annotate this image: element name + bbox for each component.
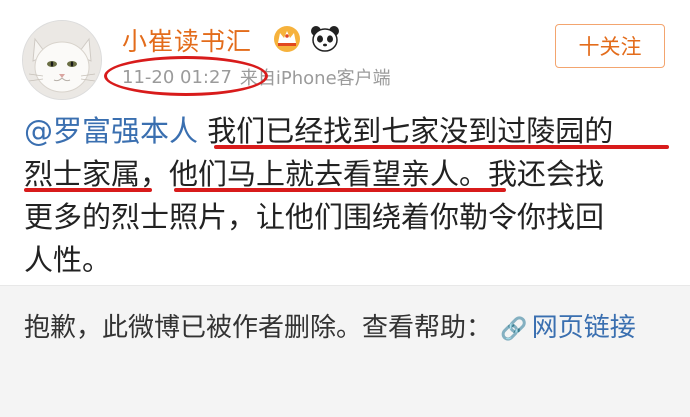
- web-link-label: 网页链接: [531, 313, 636, 343]
- notice-message: 抱歉，此微博已被作者删除。查看帮助：: [24, 313, 493, 343]
- link-icon: 🔗: [500, 317, 528, 342]
- annotation-underline-3: [174, 188, 506, 192]
- avatar[interactable]: [22, 20, 102, 100]
- post-meta: 11-20 01:27 来自iPhone客户端: [122, 64, 391, 90]
- annotation-underline-2: [24, 188, 152, 192]
- cat-avatar-icon: [23, 21, 101, 99]
- post-line-4: 人性。: [24, 243, 112, 277]
- crown-icon: [274, 26, 300, 52]
- deleted-notice-text: 抱歉，此微博已被作者删除。查看帮助： 🔗 网页链接: [24, 306, 664, 352]
- web-link[interactable]: 🔗 网页链接: [500, 313, 635, 343]
- user-badges: [272, 24, 342, 54]
- panda-icon: [311, 26, 339, 52]
- post-line-3: 更多的烈士照片，让他们围绕着你勒令你找回: [24, 200, 605, 234]
- weibo-post: 小崔读书汇 十关注 11-20 01:27 来自iPhone客户端 @罗富强本人…: [0, 0, 690, 285]
- follow-button[interactable]: 十关注: [555, 24, 665, 68]
- annotation-underline-1: [214, 145, 669, 149]
- deleted-notice: 抱歉，此微博已被作者删除。查看帮助： 🔗 网页链接: [0, 285, 690, 417]
- username[interactable]: 小崔读书汇: [122, 22, 252, 58]
- mention-link[interactable]: @罗富强本人: [24, 114, 198, 148]
- post-text-1: 我们已经找到七家没到过陵园的: [207, 114, 614, 148]
- post-source: 来自iPhone客户端: [239, 68, 391, 89]
- post-time: 11-20 01:27: [122, 66, 232, 88]
